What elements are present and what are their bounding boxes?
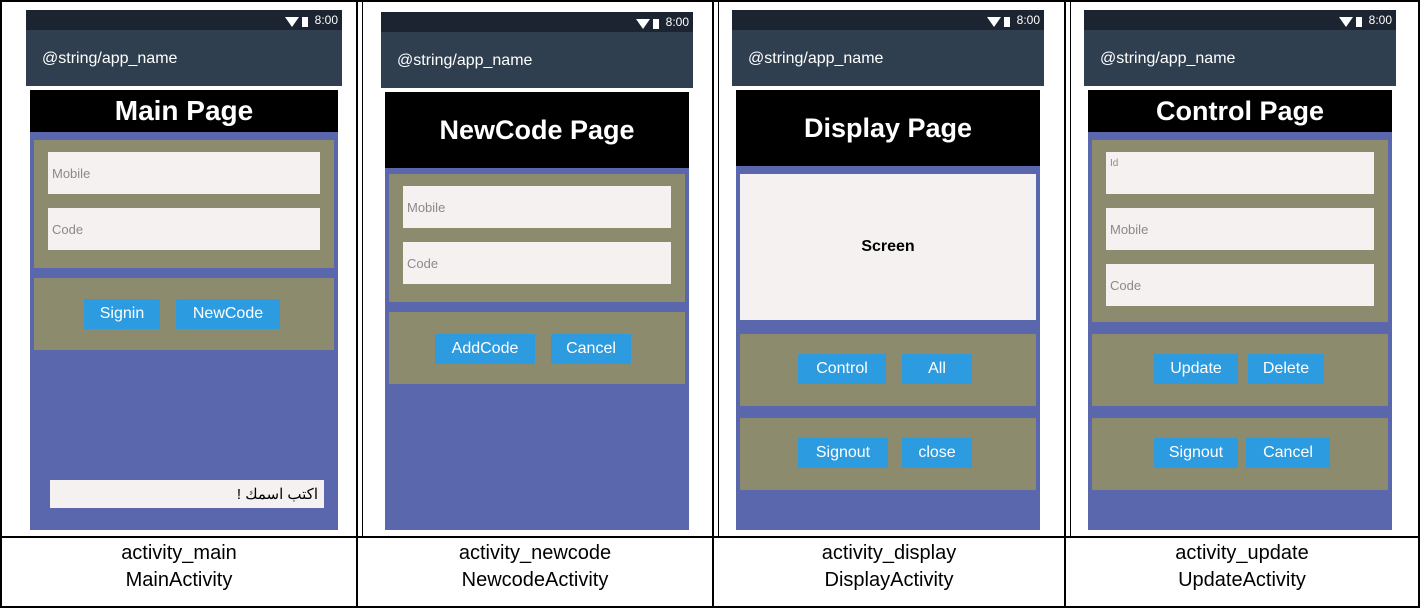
wifi-battery-icon: [285, 14, 308, 28]
code-field[interactable]: Code: [48, 208, 320, 250]
signin-button[interactable]: Signin: [84, 299, 160, 329]
content-area: Main Page Mobile Code Signin NewCode اكت…: [26, 86, 342, 534]
cancel-button[interactable]: Cancel: [1246, 438, 1330, 468]
table-border: [718, 0, 719, 536]
phone-screen-display: 8:00 @string/app_name Display Page Scree…: [732, 10, 1044, 534]
mobile-placeholder: Mobile: [1110, 222, 1149, 237]
newcode-button[interactable]: NewCode: [176, 299, 280, 329]
cancel-button[interactable]: Cancel: [551, 334, 631, 364]
caption-newcode: activity_newcode NewcodeActivity: [358, 540, 712, 594]
page-body: NewCode Page Mobile Code AddCode Cancel: [385, 92, 689, 530]
mobile-placeholder: Mobile: [407, 200, 446, 215]
status-bar: 8:00: [381, 12, 693, 32]
button-panel: AddCode Cancel: [389, 312, 685, 384]
layout-name: activity_main: [121, 542, 237, 564]
layout-name: activity_newcode: [458, 542, 612, 564]
page-title: NewCode Page: [385, 92, 689, 168]
activity-name: DisplayActivity: [824, 569, 954, 591]
layout-name: activity_display: [821, 542, 957, 564]
code-field[interactable]: Code: [1106, 264, 1374, 306]
status-bar: 8:00: [1084, 10, 1396, 30]
button-panel-2: Signout close: [740, 418, 1036, 490]
table-border: [0, 0, 2, 608]
table-border: [362, 0, 363, 536]
mobile-field[interactable]: Mobile: [1106, 208, 1374, 250]
status-time: 8:00: [1368, 13, 1392, 27]
name-input[interactable]: اكتب اسمك !: [50, 480, 324, 508]
wifi-battery-icon: [987, 14, 1010, 28]
code-field[interactable]: Code: [403, 242, 671, 284]
page-title: Main Page: [30, 90, 338, 132]
screen-display: Screen: [740, 174, 1036, 320]
activity-name: NewcodeActivity: [461, 569, 609, 591]
name-input-text: اكتب اسمك !: [236, 486, 318, 503]
status-bar: 8:00: [26, 10, 342, 30]
app-title: @string/app_name: [748, 50, 884, 67]
app-bar: @string/app_name: [1084, 30, 1396, 86]
mobile-field[interactable]: Mobile: [48, 152, 320, 194]
content-area: NewCode Page Mobile Code AddCode Cancel: [381, 88, 693, 534]
phone-screen-main: 8:00 @string/app_name Main Page Mobile C…: [26, 10, 342, 534]
status-time: 8:00: [665, 15, 689, 29]
wifi-battery-icon: [636, 16, 659, 30]
code-placeholder: Code: [52, 222, 84, 237]
app-bar: @string/app_name: [26, 30, 342, 86]
close-button[interactable]: close: [902, 438, 972, 468]
form-panel: Mobile Code: [34, 140, 334, 268]
form-panel: Id Mobile Code: [1092, 140, 1388, 322]
table-border: [0, 536, 1420, 538]
button-panel: Signin NewCode: [34, 278, 334, 350]
button-panel-1: Update Delete: [1092, 334, 1388, 406]
status-bar: 8:00: [732, 10, 1044, 30]
table-border: [1064, 0, 1066, 608]
mobile-placeholder: Mobile: [52, 166, 91, 181]
code-placeholder: Code: [1110, 278, 1142, 293]
app-bar: @string/app_name: [381, 32, 693, 88]
phone-screen-newcode: 8:00 @string/app_name NewCode Page Mobil…: [381, 12, 693, 534]
table-border: [1070, 0, 1071, 536]
control-button[interactable]: Control: [798, 354, 886, 384]
delete-button[interactable]: Delete: [1248, 354, 1324, 384]
id-placeholder: Id: [1110, 158, 1119, 169]
id-field[interactable]: Id: [1106, 152, 1374, 194]
button-panel-1: Control All: [740, 334, 1036, 406]
form-panel: Mobile Code: [389, 174, 685, 302]
button-panel-2: Signout Cancel: [1092, 418, 1388, 490]
caption-main: activity_main MainActivity: [2, 540, 356, 594]
content-area: Display Page Screen Control All Signout …: [732, 86, 1044, 534]
update-button[interactable]: Update: [1154, 354, 1238, 384]
caption-update: activity_update UpdateActivity: [1066, 540, 1418, 594]
app-bar: @string/app_name: [732, 30, 1044, 86]
wifi-battery-icon: [1339, 14, 1362, 28]
all-button[interactable]: All: [902, 354, 972, 384]
mobile-field[interactable]: Mobile: [403, 186, 671, 228]
page-title: Display Page: [736, 90, 1040, 166]
app-title: @string/app_name: [1100, 50, 1236, 67]
app-title: @string/app_name: [397, 52, 533, 69]
phone-screen-control: 8:00 @string/app_name Control Page Id Mo…: [1084, 10, 1396, 534]
code-placeholder: Code: [407, 256, 439, 271]
app-title: @string/app_name: [42, 50, 178, 67]
table-border: [0, 0, 1420, 2]
signout-button[interactable]: Signout: [798, 438, 888, 468]
table-border: [356, 0, 358, 608]
page-title: Control Page: [1088, 90, 1392, 132]
layout-name: activity_update: [1175, 542, 1309, 564]
activity-name: UpdateActivity: [1178, 569, 1306, 591]
signout-button[interactable]: Signout: [1154, 438, 1238, 468]
status-time: 8:00: [1016, 13, 1040, 27]
activity-name: MainActivity: [125, 569, 233, 591]
page-body: Display Page Screen Control All Signout …: [736, 90, 1040, 530]
addcode-button[interactable]: AddCode: [435, 334, 535, 364]
page-body: Control Page Id Mobile Code Update Delet…: [1088, 90, 1392, 530]
content-area: Control Page Id Mobile Code Update Delet…: [1084, 86, 1396, 534]
page-body: Main Page Mobile Code Signin NewCode اكت…: [30, 90, 338, 530]
status-time: 8:00: [314, 13, 338, 27]
table-border: [712, 0, 714, 608]
caption-display: activity_display DisplayActivity: [714, 540, 1064, 594]
